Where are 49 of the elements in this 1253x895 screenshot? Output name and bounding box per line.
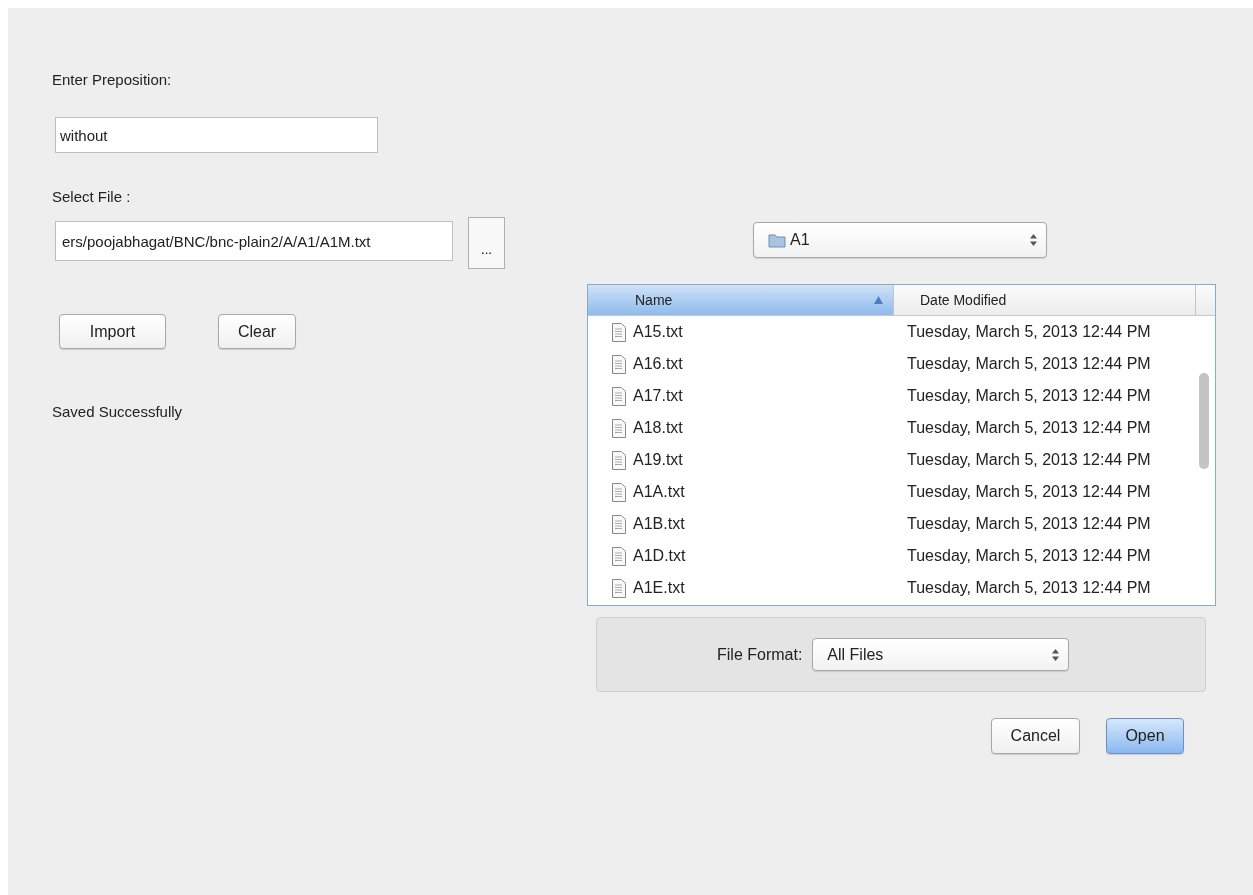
document-icon	[612, 322, 626, 342]
column-header[interactable]: Name	[588, 285, 894, 315]
file-name[interactable]: A1D.txt	[633, 547, 686, 565]
document-icon	[612, 450, 626, 470]
file-format-popup[interactable]: All Files	[812, 638, 1070, 671]
date-modified: Tuesday, March 5, 2013 12:44 PM	[907, 419, 1151, 436]
dialog-button[interactable]: Cancel	[991, 718, 1080, 754]
document-icon	[612, 578, 626, 598]
folder-name: A1	[790, 231, 811, 249]
status-message: Saved Successfully	[52, 403, 184, 420]
file-name[interactable]: A1A.txt	[633, 483, 685, 501]
folder-popup[interactable]: A1	[753, 222, 1047, 258]
document-icon	[612, 354, 626, 374]
file-name[interactable]: A1B.txt	[633, 515, 685, 533]
scrollbar-thumb[interactable]	[1199, 373, 1209, 469]
preposition-label: Enter Preposition:	[52, 71, 173, 88]
sort-arrow-icon	[874, 296, 883, 304]
document-icon	[612, 386, 626, 406]
date-modified: Tuesday, March 5, 2013 12:44 PM	[907, 547, 1151, 564]
file-path-input[interactable]: ers/poojabhagat/BNC/bnc-plain2/A/A1/A1M.txt	[55, 221, 453, 261]
document-icon	[612, 546, 626, 566]
file-name[interactable]: A16.txt	[633, 355, 683, 373]
date-modified: Tuesday, March 5, 2013 12:44 PM	[907, 515, 1151, 532]
updown-arrows-icon	[1030, 234, 1037, 246]
date-modified: Tuesday, March 5, 2013 12:44 PM	[907, 387, 1151, 404]
action-button[interactable]: Import	[59, 314, 166, 349]
preposition-input[interactable]: without	[55, 117, 378, 153]
column-header[interactable]: Date Modified	[894, 285, 1196, 315]
updown-arrows-icon	[1052, 648, 1060, 661]
document-icon	[612, 482, 626, 502]
file-name[interactable]: A18.txt	[633, 419, 683, 437]
date-modified: Tuesday, March 5, 2013 12:44 PM	[907, 579, 1151, 596]
document-icon	[612, 418, 626, 438]
date-modified: Tuesday, March 5, 2013 12:44 PM	[907, 323, 1151, 340]
file-name[interactable]: A19.txt	[633, 451, 683, 469]
action-button[interactable]: Clear	[218, 314, 296, 349]
select-file-label: Select File :	[52, 188, 132, 205]
browse-button[interactable]: ...	[468, 217, 505, 269]
folder-icon	[768, 232, 786, 248]
dialog-button[interactable]: Open	[1106, 718, 1184, 754]
file-name[interactable]: A15.txt	[633, 323, 683, 341]
date-modified: Tuesday, March 5, 2013 12:44 PM	[907, 355, 1151, 372]
file-name[interactable]: A17.txt	[633, 387, 683, 405]
file-format-value: All Files	[827, 645, 885, 664]
document-icon	[612, 514, 626, 534]
date-modified: Tuesday, March 5, 2013 12:44 PM	[907, 483, 1151, 500]
file-format-label: File Format:	[717, 645, 803, 664]
date-modified: Tuesday, March 5, 2013 12:44 PM	[907, 451, 1151, 468]
file-name[interactable]: A1E.txt	[633, 579, 685, 597]
